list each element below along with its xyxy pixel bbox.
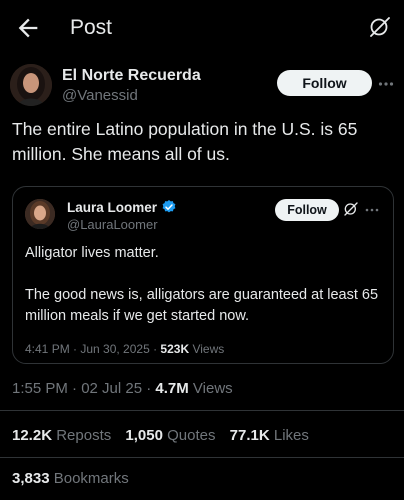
post-timestamp[interactable]: 1:55 PM · 02 Jul 25 ·	[12, 380, 155, 397]
grok-icon[interactable]	[343, 201, 359, 217]
post-views-label: Views	[188, 380, 233, 397]
reposts-count: 12.2K	[12, 427, 53, 444]
quotes-stat[interactable]: 1,050 Quotes	[125, 427, 215, 444]
quoted-meta: 4:41 PM · Jun 30, 2025 · 523K Views	[25, 342, 224, 356]
quotes-count: 1,050	[125, 427, 163, 444]
more-options-icon[interactable]	[378, 76, 394, 92]
likes-stat[interactable]: 77.1K Likes	[230, 427, 309, 444]
quoted-line-2: The good news is, alligators are guarant…	[25, 287, 379, 324]
quoted-follow-button[interactable]: Follow	[275, 199, 339, 221]
bookmarks-count: 3,833	[12, 470, 50, 487]
quoted-post[interactable]: Laura Loomer @LauraLoomer Follow Alligat…	[12, 186, 394, 364]
grok-icon[interactable]	[368, 15, 392, 39]
author-handle[interactable]: @Vanessid	[62, 87, 138, 104]
reposts-label: Reposts	[56, 427, 112, 444]
quoted-line-gap	[25, 264, 385, 285]
bookmarks-label: Bookmarks	[53, 470, 129, 487]
post-author: El Norte Recuerda @Vanessid Follow	[10, 64, 394, 114]
back-arrow-icon[interactable]	[14, 14, 42, 42]
divider	[0, 457, 404, 458]
quoted-author-name[interactable]: Laura Loomer	[67, 200, 157, 215]
verified-badge-icon	[162, 200, 176, 213]
author-name[interactable]: El Norte Recuerda	[62, 67, 201, 85]
top-bar: Post	[0, 0, 404, 56]
quoted-avatar[interactable]	[25, 199, 55, 229]
quoted-views-label: Views	[189, 342, 225, 356]
quoted-author-handle[interactable]: @LauraLoomer	[67, 217, 158, 232]
page-title: Post	[70, 16, 113, 39]
post-meta: 1:55 PM · 02 Jul 25 · 4.7M Views	[12, 380, 233, 397]
quoted-timestamp[interactable]: 4:41 PM · Jun 30, 2025 ·	[25, 342, 160, 356]
quoted-post-text: Alligator lives matter. The good news is…	[25, 243, 385, 327]
likes-label: Likes	[273, 427, 309, 444]
reposts-stat[interactable]: 12.2K Reposts	[12, 427, 111, 444]
likes-count: 77.1K	[229, 427, 270, 444]
post-views-count: 4.7M	[155, 380, 189, 397]
quotes-label: Quotes	[167, 427, 216, 444]
more-options-icon[interactable]	[365, 203, 379, 217]
follow-button[interactable]: Follow	[277, 70, 372, 96]
post-text: The entire Latino population in the U.S.…	[12, 119, 358, 164]
divider	[0, 410, 404, 411]
quoted-line-1: Alligator lives matter.	[25, 245, 159, 261]
avatar[interactable]	[10, 64, 52, 106]
engagement-stats: 12.2K Reposts 1,050 Quotes 77.1K Likes	[12, 427, 319, 444]
quoted-views-count: 523K	[160, 342, 190, 356]
bookmarks-stat[interactable]: 3,833 Bookmarks	[12, 470, 129, 487]
